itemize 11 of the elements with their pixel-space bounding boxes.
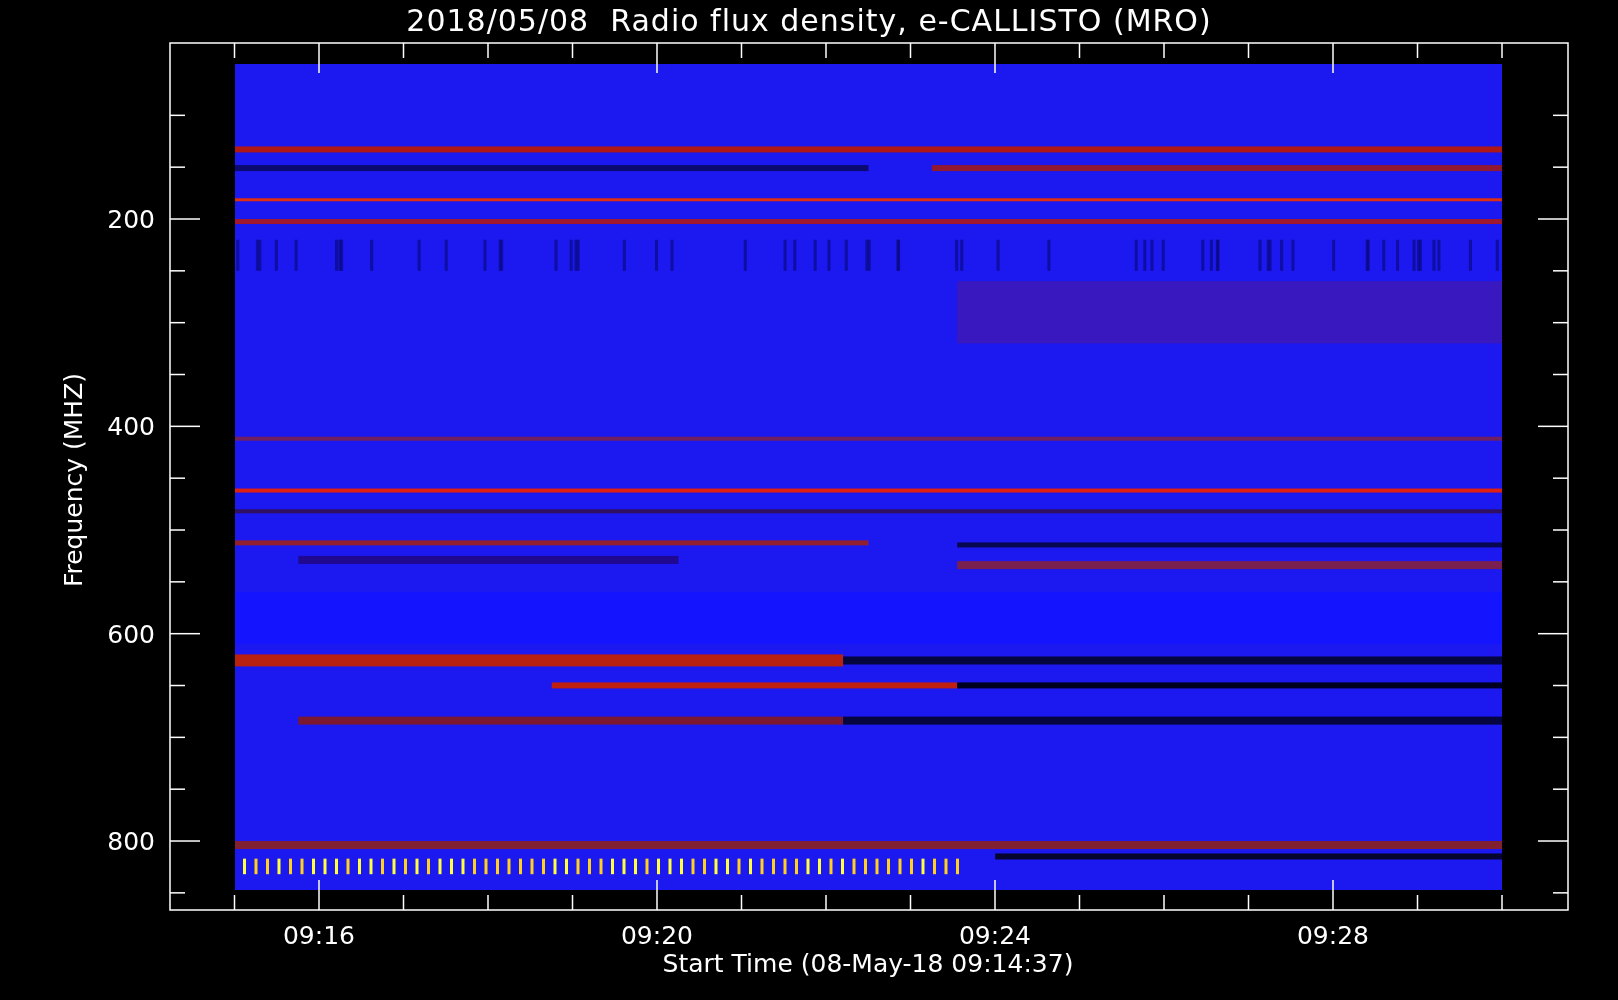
x-tick-label: 09:20 bbox=[621, 921, 693, 950]
chart-title: 2018/05/08 Radio flux density, e-CALLISTO (MRO) bbox=[405, 1, 1213, 40]
y-tick-label: 800 bbox=[107, 827, 155, 856]
x-tick-label: 09:24 bbox=[959, 921, 1031, 950]
y-tick-label: 200 bbox=[107, 205, 155, 234]
y-tick-label: 400 bbox=[107, 412, 155, 442]
x-tick-label: 09:16 bbox=[283, 921, 355, 950]
y-axis-label: Frequency (MHZ) bbox=[59, 372, 88, 588]
x-axis-label: Start Time (08-May-18 09:14:37) bbox=[662, 949, 1074, 978]
x-tick-label: 09:28 bbox=[1297, 921, 1369, 950]
y-tick-label: 600 bbox=[107, 619, 155, 649]
